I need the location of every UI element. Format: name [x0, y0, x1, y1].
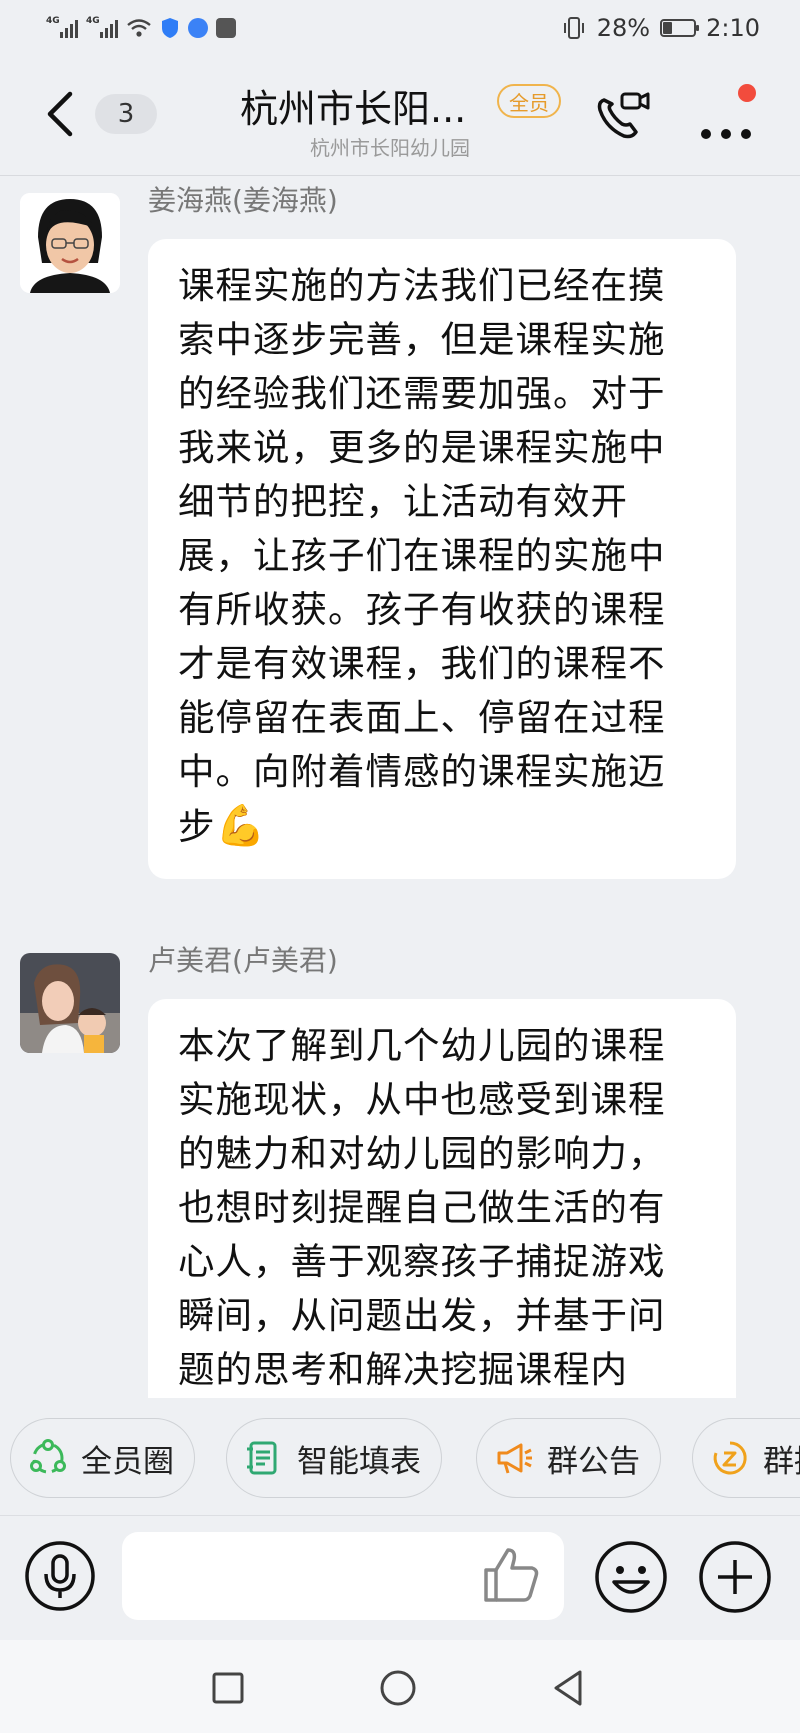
message-line: 能停留在表面上、停留在过程	[178, 696, 666, 739]
form-icon	[247, 1441, 277, 1475]
status-right: 28% 2:10	[561, 14, 760, 42]
video-call-icon[interactable]	[592, 86, 656, 146]
quick-tool-label: 群公告	[547, 1443, 640, 1480]
sender-name: 姜海燕(姜海燕)	[148, 184, 338, 217]
thumbs-up-icon[interactable]	[480, 1544, 542, 1606]
hms-app-icon	[216, 18, 236, 38]
flexed-biceps-emoji: 💪	[215, 803, 267, 849]
message-line: 本次了解到几个幼儿园的课程	[178, 1024, 666, 1067]
battery-fill	[663, 22, 673, 34]
plus-icon[interactable]	[698, 1540, 772, 1614]
message-line: 有所收获。孩子有收获的课程	[178, 588, 666, 631]
message-line: 瞬间，从问题出发，并基于问	[178, 1294, 666, 1337]
message-list[interactable]: 姜海燕(姜海燕) 课程实施的方法我们已经在摸 索中逐步完善，但是课程实施 的经验…	[0, 177, 800, 1398]
vibrate-icon	[563, 17, 584, 39]
avatar[interactable]	[20, 953, 120, 1053]
all-members-badge: 全员	[497, 84, 561, 118]
clock: 2:10	[706, 14, 760, 42]
message-line: 才是有效课程，我们的课程不	[178, 642, 666, 685]
message-bubble[interactable]: 课程实施的方法我们已经在摸 索中逐步完善，但是课程实施 的经验我们还需要加强。对…	[148, 239, 736, 879]
message-line: 实施现状，从中也感受到课程	[178, 1078, 666, 1121]
chat-subtitle: 杭州市长阳幼儿园	[310, 136, 470, 160]
quick-tool-announcement[interactable]: 群公告	[476, 1418, 661, 1498]
system-navigation-bar	[0, 1640, 800, 1733]
network-type-label: 4G	[86, 16, 100, 26]
avatar-portrait-icon	[20, 193, 120, 293]
quick-tool-label: 群接龙	[763, 1443, 800, 1480]
message-line: 索中逐步完善，但是课程实施	[178, 318, 666, 361]
chat-title[interactable]: 杭州市长阳...	[240, 78, 466, 133]
notification-dot	[738, 84, 756, 102]
recent-apps-icon[interactable]	[208, 1668, 248, 1708]
relay-icon	[713, 1441, 747, 1475]
quick-tool-smart-form[interactable]: 智能填表	[226, 1418, 442, 1498]
quick-tool-relay[interactable]: 群接龙	[692, 1418, 800, 1498]
message-line: 的经验我们还需要加强。对于	[178, 372, 666, 415]
quick-tool-all-members-circle[interactable]: 全员圈	[10, 1418, 195, 1498]
message-bubble[interactable]: 本次了解到几个幼儿园的课程 实施现状，从中也感受到课程 的魅力和对幼儿园的影响力…	[148, 999, 736, 1398]
message-text: 步	[178, 805, 216, 848]
battery-icon	[660, 19, 700, 37]
signal-strength-icon: 4G	[86, 16, 118, 38]
chat-header: 3 杭州市长阳... 全员 杭州市长阳幼儿园	[0, 56, 800, 176]
home-icon[interactable]	[378, 1668, 418, 1708]
megaphone-icon	[497, 1443, 532, 1474]
network-type-label: 4G	[46, 16, 60, 26]
input-bar	[0, 1515, 800, 1639]
browser-app-icon	[188, 18, 208, 38]
microphone-icon[interactable]	[24, 1540, 96, 1612]
smiley-icon[interactable]	[594, 1540, 668, 1614]
message-line: 的魅力和对幼儿园的影响力，	[178, 1132, 666, 1175]
status-bar: 4G 4G 28% 2:10	[0, 0, 800, 56]
sender-name: 卢美君(卢美君)	[148, 944, 338, 977]
battery-percent: 28%	[596, 14, 651, 42]
quick-tool-label: 智能填表	[297, 1443, 421, 1480]
more-options-icon[interactable]	[694, 86, 774, 146]
back-arrow-icon[interactable]	[40, 86, 80, 142]
quick-tools-bar[interactable]: 全员圈 智能填表 群公告 群接龙	[0, 1414, 800, 1502]
message-line: 题的思考和解决挖掘课程内	[178, 1348, 628, 1391]
message-line: 心人，善于观察孩子捕捉游戏	[178, 1240, 666, 1283]
message-line: 细节的把控，让活动有效开	[178, 480, 628, 523]
message-line-last: 步💪	[178, 799, 706, 854]
status-left: 4G 4G	[46, 16, 236, 39]
avatar[interactable]	[20, 193, 120, 293]
quick-tool-label: 全员圈	[81, 1443, 174, 1480]
message-line: 展，让孩子们在课程的实施中	[178, 534, 666, 577]
circle-group-icon	[30, 1439, 66, 1474]
message-line: 也想时刻提醒自己做生活的有	[178, 1186, 666, 1229]
wifi-icon	[127, 19, 151, 37]
message-line: 我来说，更多的是课程实施中	[178, 426, 666, 469]
back-nav-icon[interactable]	[548, 1668, 588, 1708]
unread-count-badge[interactable]: 3	[95, 94, 157, 134]
message-line: 课程实施的方法我们已经在摸	[178, 264, 666, 307]
avatar-photo-icon	[20, 953, 120, 1053]
message-line: 中。向附着情感的课程实施迈	[178, 750, 666, 793]
signal-strength-icon: 4G	[46, 16, 78, 38]
shield-icon	[162, 18, 178, 38]
